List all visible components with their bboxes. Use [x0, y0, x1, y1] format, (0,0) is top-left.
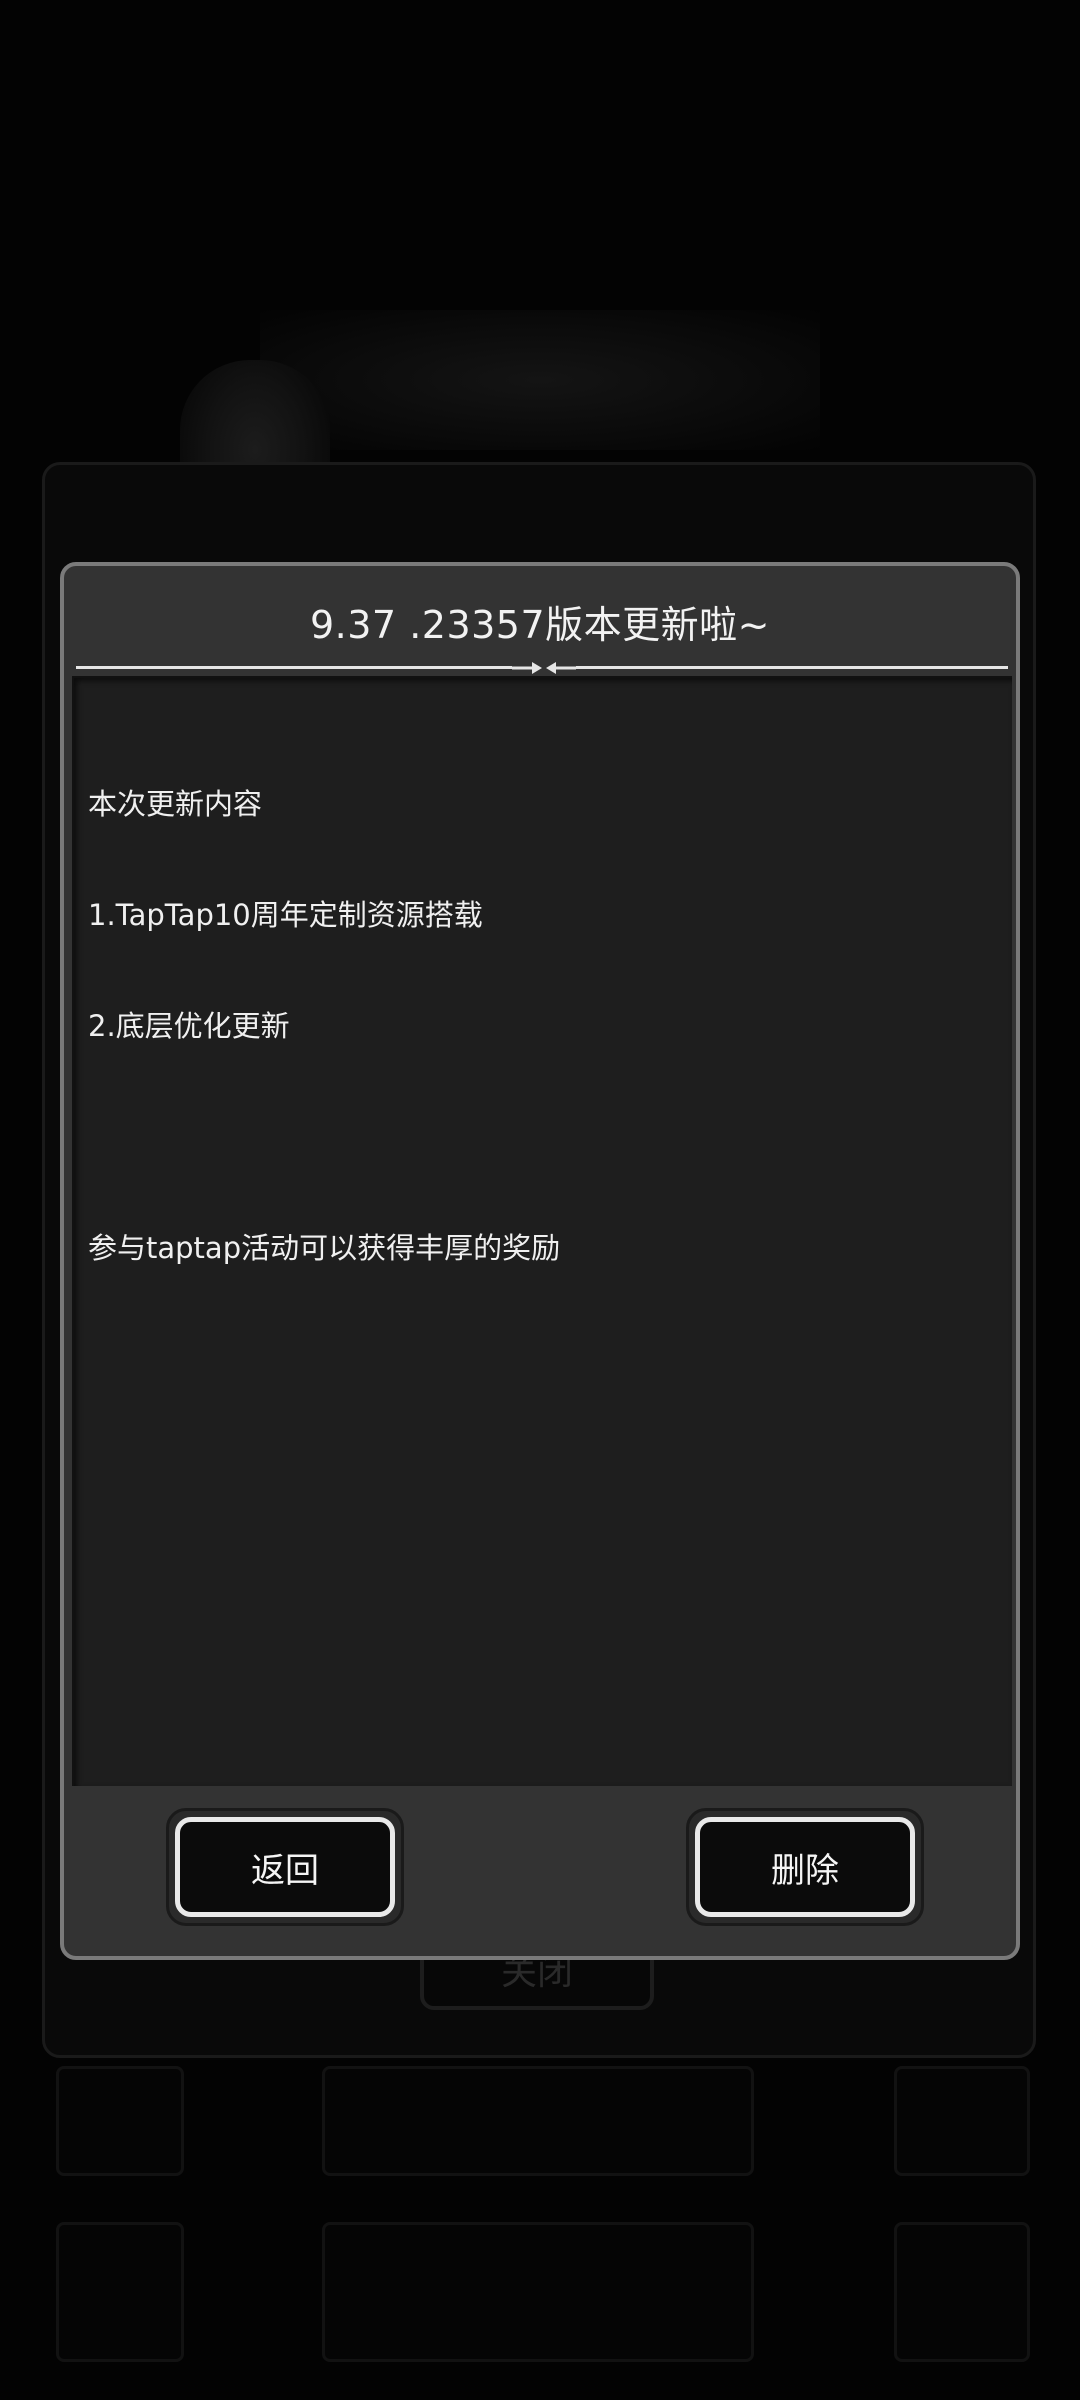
background-tile	[56, 2066, 184, 2176]
background-tile	[894, 2066, 1030, 2176]
background-tile	[894, 2222, 1030, 2362]
delete-button[interactable]: 删除	[695, 1817, 915, 1917]
dialog-title: 9.37 .23357版本更新啦~	[310, 603, 770, 647]
update-notes-line	[88, 1119, 560, 1156]
back-button-label: 返回	[251, 1850, 319, 1891]
background-tile	[322, 2066, 754, 2176]
back-button-frame: 返回	[166, 1808, 404, 1926]
update-notes: 本次更新内容 1.TapTap10周年定制资源搭载 2.底层优化更新 参与tap…	[88, 712, 560, 1341]
background-banner	[260, 310, 820, 450]
back-button[interactable]: 返回	[175, 1817, 395, 1917]
update-notes-line: 1.TapTap10周年定制资源搭载	[88, 898, 483, 932]
screen: 关闭 9.37 .23357版本更新啦~ 本次更新内容 1.TapTap10周年…	[0, 0, 1080, 2400]
update-notes-line: 参与taptap活动可以获得丰厚的奖励	[88, 1231, 561, 1265]
update-notes-box[interactable]: 本次更新内容 1.TapTap10周年定制资源搭载 2.底层优化更新 参与tap…	[72, 676, 1012, 1786]
background-tile	[56, 2222, 184, 2362]
update-notes-line: 2.底层优化更新	[88, 1009, 290, 1043]
update-dialog: 9.37 .23357版本更新啦~ 本次更新内容 1.TapTap10周年定制资…	[60, 562, 1020, 1960]
delete-button-frame: 删除	[686, 1808, 924, 1926]
update-notes-line: 本次更新内容	[88, 787, 263, 821]
delete-button-label: 删除	[771, 1850, 839, 1891]
background-tile	[322, 2222, 754, 2362]
